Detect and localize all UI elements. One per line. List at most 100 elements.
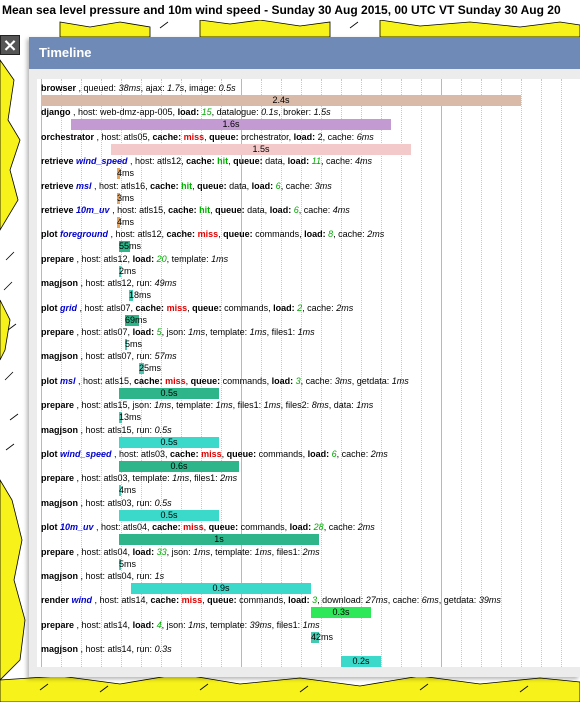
grid-line — [381, 79, 382, 667]
timeline-row-label: django , host: web-dmz-app-005, load: 15… — [41, 107, 331, 117]
close-button[interactable]: × — [0, 35, 20, 56]
row-text: 8ms — [311, 400, 329, 411]
row-text: retrieve — [41, 180, 77, 191]
row-text: 6ms — [421, 595, 439, 606]
grid-line — [261, 79, 262, 667]
row-text: , host: web-dmz-app-005, — [70, 107, 178, 118]
row-text: hit — [181, 180, 193, 191]
row-text: 10m_uv — [76, 205, 110, 215]
timeline-row-label: magjson , host: atls12, run: 49ms — [41, 278, 177, 288]
bar-duration-label: 3ms — [117, 192, 135, 203]
row-text: , host: atls15, run: — [78, 424, 155, 435]
row-text: queue: — [207, 595, 240, 606]
timeline-row-label: render wind , host: atls14, cache: miss,… — [41, 595, 501, 605]
row-text: 1ms — [154, 400, 172, 411]
grid-line — [221, 79, 222, 667]
timeline-row-label: prepare , host: atls14, load: 4, json: 1… — [41, 620, 320, 630]
row-text: cache: — [152, 131, 184, 142]
row-text: browser — [41, 83, 77, 93]
row-text: 2ms — [357, 522, 375, 533]
timeline-row-label: retrieve msl , host: atls16, cache: hit,… — [41, 181, 332, 191]
row-text: miss — [165, 375, 186, 386]
row-text: retrieve — [41, 205, 77, 215]
row-text: load: — [132, 327, 157, 337]
row-text: prepare — [41, 327, 75, 337]
row-text: 2ms — [367, 229, 385, 240]
row-text: , host: atls05, — [94, 131, 153, 142]
row-text: , cache: — [323, 522, 358, 533]
row-text: queue: — [215, 205, 248, 215]
row-text: wind — [71, 595, 93, 606]
row-text: 1ms — [188, 619, 206, 630]
row-text: load: — [132, 619, 157, 630]
grid-line — [181, 79, 182, 667]
row-text: cache: — [150, 595, 182, 606]
timeline-row-label: magjson , host: atls15, run: 0.5s — [41, 425, 172, 435]
row-text: queue: — [223, 229, 256, 240]
row-text: queue: — [192, 302, 225, 313]
row-text: , ajax: — [140, 83, 168, 93]
row-text: , host: atls14, run: — [78, 644, 155, 655]
close-icon: × — [2, 35, 18, 56]
row-text: cache: — [152, 522, 184, 533]
bar-duration-label: 4ms — [117, 217, 135, 227]
row-text: commands, — [224, 302, 274, 313]
grid-line — [441, 79, 442, 667]
row-text: 0.5s — [154, 424, 172, 435]
row-text: , host: atls15, — [109, 205, 169, 215]
bar-duration-label: 55ms — [119, 241, 142, 252]
row-text: 0.5s — [154, 497, 172, 508]
row-text: , host: atls15, — [75, 375, 135, 386]
row-text: , template: — [171, 400, 216, 411]
row-text: , files2: — [280, 400, 312, 411]
bar-duration-label: 4ms — [117, 168, 135, 179]
row-text: 4ms — [332, 205, 350, 215]
row-text: 3ms — [334, 375, 352, 386]
row-text: miss — [183, 522, 204, 533]
row-text: , datalogue: — [211, 107, 262, 118]
timeline-row-label: magjson , host: atls03, run: 0.5s — [41, 498, 172, 508]
row-text: , host: atls12, run: — [78, 278, 155, 289]
row-text: , image: — [184, 83, 219, 93]
grid-line — [421, 79, 422, 667]
bar-duration-label: 1.5s — [252, 143, 270, 154]
timeline-row-label: browser , queued: 38ms, ajax: 1.7s, imag… — [41, 83, 236, 93]
row-text: , host: atls03, run: — [78, 497, 155, 508]
bar-duration-label: 18ms — [129, 290, 152, 301]
row-text: 1ms — [193, 546, 211, 557]
row-text: load: — [132, 546, 157, 557]
timeline-row-label: plot 10m_uv , host: atls04, cache: miss,… — [41, 522, 375, 532]
row-text: , queued: — [76, 83, 119, 93]
row-text: magjson — [41, 497, 79, 508]
bar-duration-label: 0.6s — [170, 461, 188, 471]
row-text: cache: — [134, 375, 166, 386]
row-text: data, — [247, 205, 270, 215]
row-text: cache: — [168, 205, 200, 215]
row-text: magjson — [41, 644, 79, 655]
row-text: prepare — [41, 619, 75, 630]
row-text: , host: atls04, — [74, 546, 133, 557]
row-text: load: — [289, 522, 314, 533]
row-text: miss — [183, 131, 205, 142]
timeline-row-label: magjson , host: atls04, run: 1s — [41, 571, 164, 581]
bar-duration-label: 25ms — [139, 363, 162, 374]
row-text: , files1: — [271, 619, 303, 630]
bar-duration-label: 2.4s — [272, 95, 290, 105]
grid-line — [281, 79, 282, 667]
bar-duration-label: 69ms — [125, 314, 148, 325]
row-text: 1ms — [297, 327, 315, 337]
timeline-row-label: prepare , host: atls07, load: 5, json: 1… — [41, 327, 315, 337]
row-text: plot — [41, 522, 60, 533]
row-text: , host: atls03, — [111, 449, 171, 459]
row-text: magjson — [41, 351, 79, 362]
row-text: miss — [201, 449, 222, 459]
grid-line — [361, 79, 362, 667]
row-text: commands, — [258, 449, 308, 459]
row-text: , host: atls12, — [127, 156, 187, 167]
row-text: , cache: — [280, 180, 315, 191]
row-text: prepare — [41, 253, 75, 264]
row-text: , template: — [205, 619, 250, 630]
row-text: , host: atls15, json: — [74, 400, 155, 411]
row-text: load: — [177, 107, 202, 118]
row-text: plot — [41, 229, 60, 240]
